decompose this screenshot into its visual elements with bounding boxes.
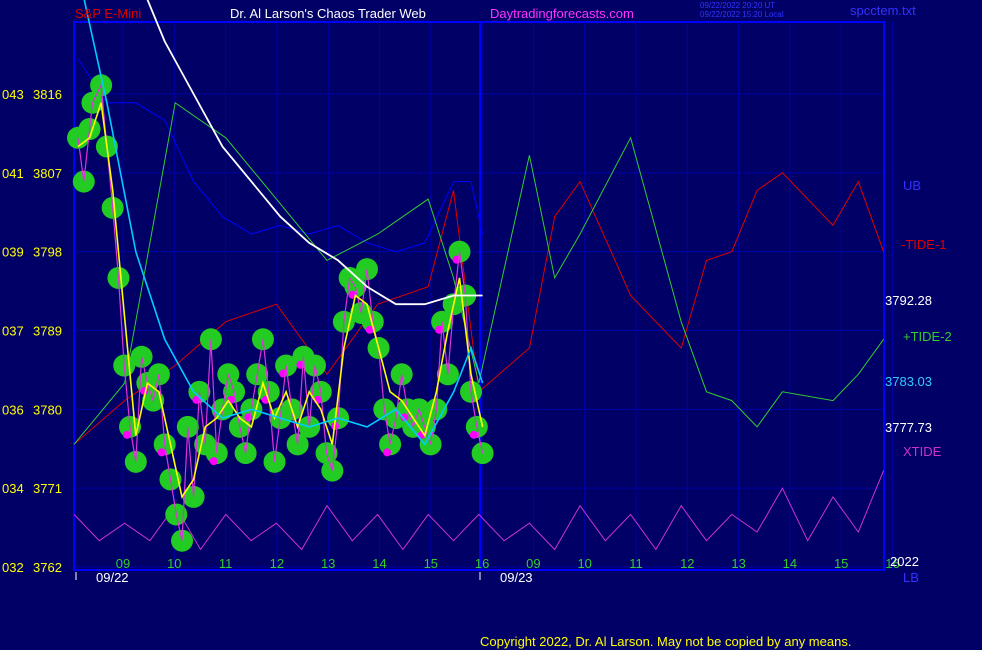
y-tick-label-right: 3816 — [33, 87, 62, 102]
label-level-1: 3792.28 — [885, 293, 932, 308]
label-ub: UB — [903, 178, 921, 193]
x-tick-label: 10 — [167, 556, 181, 571]
date-label: 09/23 — [500, 570, 533, 585]
y-tick-label-left: 032 — [2, 560, 24, 575]
x-tick-label: 15 — [834, 556, 848, 571]
x-tick-label: 10 — [577, 556, 591, 571]
site-url: Daytradingforecasts.com — [490, 6, 634, 21]
y-tick-label-right: 3780 — [33, 402, 62, 417]
y-tick-label-left: 041 — [2, 166, 24, 181]
magenta-dot — [123, 430, 132, 439]
date-label: 09/22 — [96, 570, 129, 585]
x-tick-label: 15 — [424, 556, 438, 571]
x-tick-label: 14 — [783, 556, 797, 571]
x-tick-label: 12 — [680, 556, 694, 571]
x-tick-label: 09 — [116, 556, 130, 571]
label-year: 2022 — [890, 554, 919, 569]
label-level-3: 3777.73 — [885, 420, 932, 435]
y-tick-label-left: 043 — [2, 87, 24, 102]
x-tick-label: 09 — [526, 556, 540, 571]
magenta-dot — [469, 430, 478, 439]
stamp-local: 09/22/2022 15:20 Local — [700, 10, 784, 19]
symbol-title: S&P E-Mini — [75, 6, 141, 21]
y-tick-label-right: 3789 — [33, 324, 62, 339]
label-xtide: XTIDE — [903, 444, 942, 459]
filename: spcctem.txt — [850, 3, 916, 18]
label-tide-1: -TIDE-1 — [901, 237, 947, 252]
label-lb: LB — [903, 570, 919, 585]
x-tick-label: 16 — [475, 556, 489, 571]
site-title: Dr. Al Larson's Chaos Trader Web — [230, 6, 426, 21]
y-tick-label-right: 3807 — [33, 166, 62, 181]
x-tick-label: 13 — [731, 556, 745, 571]
magenta-dot — [383, 448, 392, 457]
magenta-dot — [209, 457, 218, 466]
chaos-trader-chart: 043 3816 041 3807 039 3798 037 3789 036 3780 034 37… — [0, 0, 982, 650]
stamp-ut: 09/22/2022 20:20 UT — [700, 1, 775, 10]
y-tick-label-right: 3762 — [33, 560, 62, 575]
label-level-2: 3783.03 — [885, 374, 932, 389]
x-tick-label: 13 — [321, 556, 335, 571]
y-tick-label-left: 034 — [2, 481, 24, 496]
price-marker — [471, 442, 494, 465]
y-tick-label-right: 3798 — [33, 245, 62, 260]
x-tick-label: 14 — [372, 556, 386, 571]
x-tick-label: 11 — [629, 556, 643, 571]
y-tick-label-left: 036 — [2, 402, 24, 417]
label-tide-2: +TIDE-2 — [903, 329, 952, 344]
y-tick-label-left: 037 — [2, 324, 24, 339]
copyright: Copyright 2022, Dr. Al Larson. May not b… — [480, 634, 851, 649]
y-tick-label-left: 039 — [2, 245, 24, 260]
x-tick-label: 12 — [270, 556, 284, 571]
x-tick-label: 11 — [219, 556, 233, 571]
chart-background — [0, 0, 982, 650]
y-tick-label-right: 3771 — [33, 481, 62, 496]
magenta-dot — [157, 448, 166, 457]
